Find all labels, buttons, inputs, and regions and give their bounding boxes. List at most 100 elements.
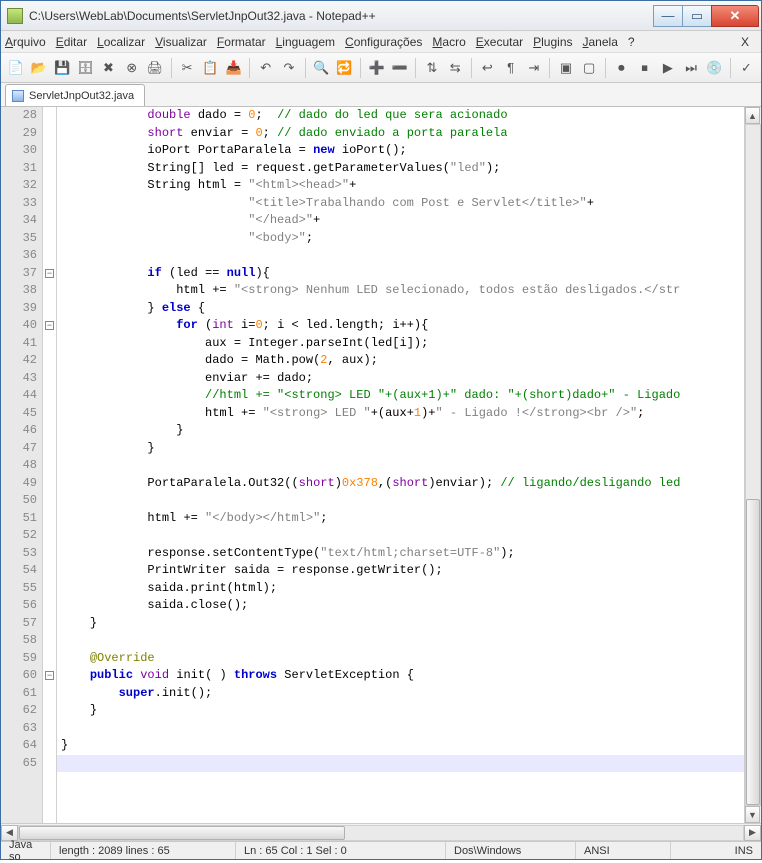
play-multi-icon[interactable]: ⏭ bbox=[680, 57, 701, 79]
menu-?[interactable]: ? bbox=[628, 35, 635, 49]
fold-toggle-icon[interactable]: − bbox=[45, 671, 54, 680]
menu-linguagem[interactable]: Linguagem bbox=[276, 35, 335, 49]
code-line[interactable]: for (int i=0; i < led.length; i++){ bbox=[57, 317, 744, 335]
fold-toggle-icon[interactable]: − bbox=[45, 269, 54, 278]
new-icon[interactable]: 📄 bbox=[5, 57, 26, 79]
play-icon[interactable]: ▶ bbox=[657, 57, 678, 79]
record-icon[interactable]: ⏺ bbox=[611, 57, 632, 79]
code-line[interactable]: public void init( ) throws ServletExcept… bbox=[57, 667, 744, 685]
zoom-in-icon[interactable]: ➕ bbox=[366, 57, 387, 79]
code-line[interactable]: double dado = 0; // dado do led que sera… bbox=[57, 107, 744, 125]
code-line[interactable]: "<title>Trabalhando com Post e Servlet</… bbox=[57, 195, 744, 213]
sync-v-icon[interactable]: ⇅ bbox=[421, 57, 442, 79]
code-line[interactable]: super.init(); bbox=[57, 685, 744, 703]
menu-executar[interactable]: Executar bbox=[476, 35, 523, 49]
code-line[interactable]: enviar += dado; bbox=[57, 370, 744, 388]
code-line[interactable] bbox=[57, 527, 744, 545]
code-line[interactable]: saida.close(); bbox=[57, 597, 744, 615]
fold-icon[interactable]: ▣ bbox=[555, 57, 576, 79]
menu-macro[interactable]: Macro bbox=[432, 35, 465, 49]
menu-janela[interactable]: Janela bbox=[583, 35, 618, 49]
menubar-close[interactable]: X bbox=[741, 35, 749, 49]
code-line[interactable] bbox=[57, 457, 744, 475]
code-line[interactable]: html += "</body></html>"; bbox=[57, 510, 744, 528]
wrap-icon[interactable]: ↩ bbox=[477, 57, 498, 79]
code-line[interactable]: saida.print(html); bbox=[57, 580, 744, 598]
code-line[interactable]: "<body>"; bbox=[57, 230, 744, 248]
code-line[interactable] bbox=[57, 720, 744, 738]
line-number: 40 bbox=[1, 317, 42, 335]
print-icon[interactable]: 🖨 bbox=[144, 57, 165, 79]
paste-icon[interactable]: 📥 bbox=[223, 57, 244, 79]
code-line[interactable]: } bbox=[57, 440, 744, 458]
scroll-down-icon[interactable]: ▼ bbox=[745, 806, 760, 823]
scroll-track[interactable] bbox=[745, 124, 761, 806]
copy-icon[interactable]: 📋 bbox=[200, 57, 221, 79]
code-line[interactable]: response.setContentType("text/html;chars… bbox=[57, 545, 744, 563]
unfold-icon[interactable]: ▢ bbox=[579, 57, 600, 79]
code-line[interactable] bbox=[57, 247, 744, 265]
code-line[interactable]: } bbox=[57, 702, 744, 720]
horizontal-scrollbar[interactable]: ◀ ▶ bbox=[1, 823, 761, 841]
menu-formatar[interactable]: Formatar bbox=[217, 35, 266, 49]
menu-arquivo[interactable]: Arquivo bbox=[5, 35, 46, 49]
vertical-scrollbar[interactable]: ▲ ▼ bbox=[744, 107, 761, 823]
code-line[interactable]: } bbox=[57, 615, 744, 633]
code-line[interactable] bbox=[57, 492, 744, 510]
cut-icon[interactable]: ✂ bbox=[177, 57, 198, 79]
scroll-thumb[interactable] bbox=[19, 826, 345, 840]
code-line[interactable]: String[] led = request.getParameterValue… bbox=[57, 160, 744, 178]
code-line[interactable]: @Override bbox=[57, 650, 744, 668]
menu-plugins[interactable]: Plugins bbox=[533, 35, 572, 49]
code-line[interactable]: } else { bbox=[57, 300, 744, 318]
indent-icon[interactable]: ⇥ bbox=[523, 57, 544, 79]
save-macro-icon[interactable]: 💿 bbox=[704, 57, 725, 79]
zoom-out-icon[interactable]: ➖ bbox=[389, 57, 410, 79]
code-line[interactable] bbox=[57, 632, 744, 650]
code-line[interactable]: String html = "<html><head>"+ bbox=[57, 177, 744, 195]
menu-localizar[interactable]: Localizar bbox=[97, 35, 145, 49]
replace-icon[interactable]: 🔁 bbox=[334, 57, 355, 79]
scroll-up-icon[interactable]: ▲ bbox=[745, 107, 760, 124]
code-line[interactable]: dado = Math.pow(2, aux); bbox=[57, 352, 744, 370]
code-line[interactable]: "</head>"+ bbox=[57, 212, 744, 230]
menu-visualizar[interactable]: Visualizar bbox=[155, 35, 207, 49]
code-line[interactable]: PortaParalela.Out32((short)0x378,(short)… bbox=[57, 475, 744, 493]
stop-icon[interactable]: ⏹ bbox=[634, 57, 655, 79]
sync-h-icon[interactable]: ⇆ bbox=[445, 57, 466, 79]
all-chars-icon[interactable]: ¶ bbox=[500, 57, 521, 79]
save-all-icon[interactable]: 🗄 bbox=[75, 57, 96, 79]
code-line[interactable]: //html += "<strong> LED "+(aux+1)+" dado… bbox=[57, 387, 744, 405]
find-icon[interactable]: 🔍 bbox=[311, 57, 332, 79]
scroll-track[interactable] bbox=[18, 825, 744, 841]
close-all-icon[interactable]: ⊗ bbox=[121, 57, 142, 79]
menu-configurações[interactable]: Configurações bbox=[345, 35, 422, 49]
code-line[interactable]: short enviar = 0; // dado enviado a port… bbox=[57, 125, 744, 143]
code-line[interactable]: aux = Integer.parseInt(led[i]); bbox=[57, 335, 744, 353]
code-line[interactable]: html += "<strong> LED "+(aux+1)+" - Liga… bbox=[57, 405, 744, 423]
code-area[interactable]: double dado = 0; // dado do led que sera… bbox=[57, 107, 744, 823]
maximize-button[interactable]: ▭ bbox=[682, 5, 712, 27]
code-line[interactable]: PrintWriter saida = response.getWriter()… bbox=[57, 562, 744, 580]
code-line[interactable]: html += "<strong> Nenhum LED selecionado… bbox=[57, 282, 744, 300]
undo-icon[interactable]: ↶ bbox=[255, 57, 276, 79]
redo-icon[interactable]: ↷ bbox=[278, 57, 299, 79]
scroll-right-icon[interactable]: ▶ bbox=[744, 825, 761, 841]
close-button[interactable]: ✕ bbox=[711, 5, 759, 27]
open-icon[interactable]: 📂 bbox=[28, 57, 49, 79]
code-line[interactable]: } bbox=[57, 737, 744, 755]
code-line[interactable]: } bbox=[57, 422, 744, 440]
tab-active[interactable]: ServletJnpOut32.java bbox=[5, 84, 145, 106]
fold-toggle-icon[interactable]: − bbox=[45, 321, 54, 330]
code-line[interactable]: ioPort PortaParalela = new ioPort(); bbox=[57, 142, 744, 160]
menu-editar[interactable]: Editar bbox=[56, 35, 87, 49]
code-line[interactable]: if (led == null){ bbox=[57, 265, 744, 283]
close-icon[interactable]: ✖ bbox=[98, 57, 119, 79]
spell-icon[interactable]: ✓ bbox=[736, 57, 757, 79]
save-icon[interactable]: 💾 bbox=[51, 57, 72, 79]
titlebar[interactable]: C:\Users\WebLab\Documents\ServletJnpOut3… bbox=[1, 1, 761, 31]
code-line[interactable] bbox=[57, 755, 744, 773]
scroll-thumb[interactable] bbox=[746, 499, 760, 805]
minimize-button[interactable]: ― bbox=[653, 5, 683, 27]
toolbar-separator bbox=[360, 58, 361, 78]
